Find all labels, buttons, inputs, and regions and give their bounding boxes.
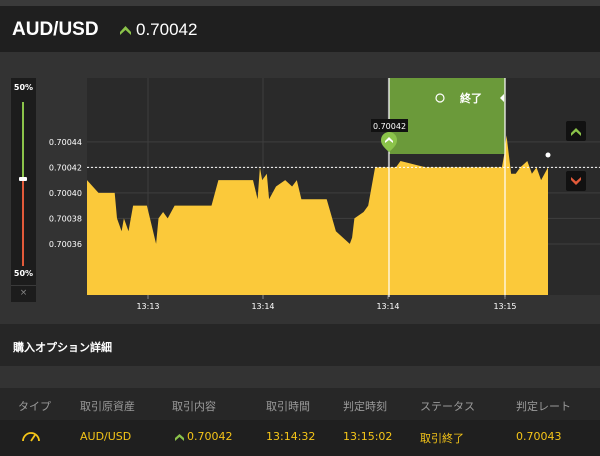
high-button[interactable] [566, 121, 586, 141]
col-judge-time: 判定時刻 [343, 400, 387, 413]
x-tick-label: 13:14 [376, 302, 399, 311]
y-tick-label: 0.70040 [49, 189, 82, 198]
expiry-label: 終了 [460, 91, 482, 105]
row-trade-time: 13:14:32 [266, 430, 316, 443]
x-tick-label: 13:13 [136, 302, 159, 311]
row-rate: 0.70042 [187, 430, 233, 443]
last-price-dot [545, 152, 551, 158]
up-arrow-icon [571, 127, 581, 136]
rate-tag-text: 0.70042 [373, 122, 406, 131]
expiry-zone [389, 78, 505, 154]
low-button[interactable] [566, 171, 586, 191]
y-tick-label: 0.70042 [49, 163, 82, 172]
x-tick-label: 13:14 [251, 302, 274, 311]
col-type: タイプ [18, 400, 51, 413]
y-axis: 0.70044 0.70042 0.70040 0.70038 0.70036 [49, 138, 82, 249]
col-asset: 取引原資産 [80, 400, 135, 413]
purchase-details-header: 購入オプション詳細 [0, 324, 600, 366]
y-tick-label: 0.70036 [49, 240, 82, 249]
row-asset: AUD/USD [80, 430, 132, 443]
table-row[interactable]: AUD/USD 0.70042 13:14:32 13:15:02 取引終了 0… [0, 420, 600, 456]
row-judge-rate: 0.70043 [516, 430, 562, 443]
table-header: タイプ 取引原資産 取引内容 取引時間 判定時刻 ステータス 判定レート [0, 388, 600, 420]
row-status: 取引終了 [420, 432, 464, 445]
price-chart: 終了 0.70042 0.700440.700420.700400.700380… [49, 78, 600, 311]
y-tick-label: 0.70038 [49, 214, 82, 223]
x-tick-label: 13:15 [493, 302, 516, 311]
spacer [0, 366, 600, 388]
x-axis: 13:13 13:14 13:14 13:15 [136, 295, 517, 311]
section-title: 購入オプション詳細 [13, 341, 112, 354]
row-judge-time: 13:15:02 [343, 430, 393, 443]
col-status: ステータス [420, 400, 475, 413]
col-judge-rate: 判定レート [516, 400, 571, 413]
up-arrow-icon [175, 434, 184, 441]
col-content: 取引内容 [172, 400, 216, 413]
gauge-icon [22, 432, 40, 442]
y-tick-label: 0.70044 [49, 138, 82, 147]
col-trade-time: 取引時間 [266, 400, 310, 413]
down-arrow-icon [571, 176, 581, 185]
